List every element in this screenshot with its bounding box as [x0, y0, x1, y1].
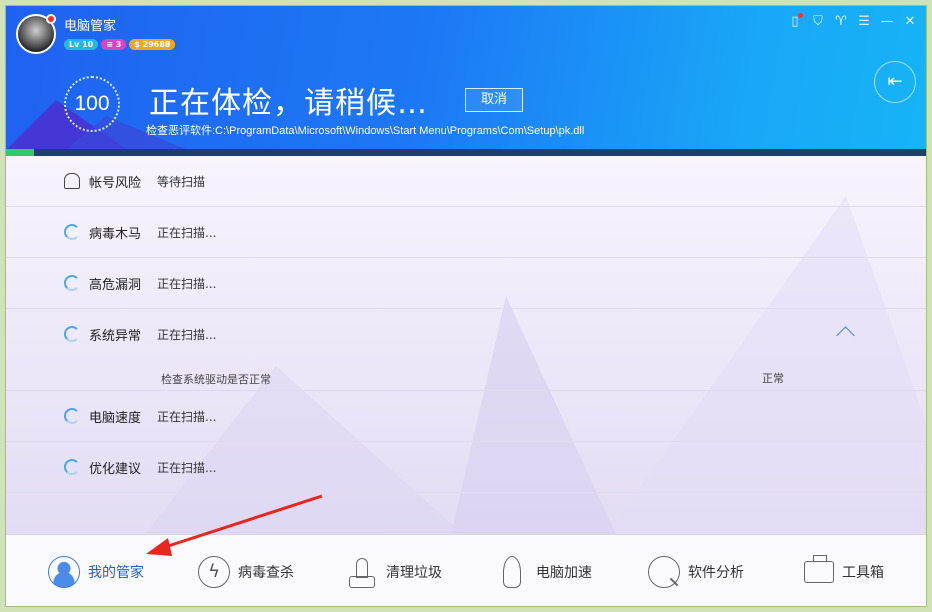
shield-icon[interactable]: ⛉	[810, 14, 826, 30]
shirt-icon[interactable]: ♈	[833, 14, 849, 30]
spinner-icon	[64, 408, 80, 424]
header: 电脑管家 Lv 10 ≡ 3 $ 29688 ▯ ⛉ ♈ ☰ — ✕ 100 正…	[6, 6, 926, 156]
spinner-icon	[64, 275, 80, 291]
level-badge[interactable]: Lv 10	[64, 39, 98, 50]
scan-row-system[interactable]: 系统异常 正在扫描...	[6, 309, 926, 360]
nav-toolbox[interactable]: 工具箱	[804, 552, 884, 592]
scan-item-label: 高危漏洞	[89, 274, 141, 293]
health-score: 100	[64, 76, 120, 132]
spinner-icon	[64, 326, 80, 342]
nav-label: 电脑加速	[536, 562, 592, 582]
progress-fill	[6, 149, 34, 156]
progress-bar	[6, 149, 926, 156]
scan-path: 检查恶评软件:C:\ProgramData\Microsoft\Windows\…	[146, 122, 584, 138]
menu-icon[interactable]: ☰	[856, 14, 872, 30]
vip-badge[interactable]: ≡ 3	[101, 39, 126, 50]
nav-label: 我的管家	[88, 562, 144, 582]
scan-row-account[interactable]: 帐号风险 等待扫描	[6, 156, 926, 207]
collapse-chevron-icon[interactable]	[834, 323, 858, 343]
spinner-icon	[64, 459, 80, 475]
scan-row-optimize[interactable]: 优化建议 正在扫描...	[6, 442, 926, 493]
close-icon[interactable]: ✕	[902, 14, 918, 30]
scan-item-state: 正在扫描...	[157, 275, 216, 292]
spinner-icon	[64, 224, 80, 240]
app-window: 电脑管家 Lv 10 ≡ 3 $ 29688 ▯ ⛉ ♈ ☰ — ✕ 100 正…	[6, 6, 926, 606]
coins-badge[interactable]: $ 29688	[129, 39, 175, 50]
scan-item-state: 正在扫描...	[157, 326, 216, 343]
scan-detail-row: 检查系统驱动是否正常 正常	[6, 359, 926, 391]
cancel-button[interactable]: 取消	[465, 88, 523, 112]
analysis-icon	[648, 556, 680, 588]
nav-my-manager[interactable]: 我的管家	[48, 552, 144, 592]
scan-item-state: 等待扫描	[157, 173, 205, 190]
nav-clean-junk[interactable]: 清理垃圾	[346, 552, 442, 592]
scan-item-state: 正在扫描...	[157, 459, 216, 476]
notification-dot	[46, 14, 56, 24]
user-icon	[48, 556, 80, 588]
nav-virus-scan[interactable]: 病毒查杀	[198, 552, 294, 592]
scan-row-speed[interactable]: 电脑速度 正在扫描...	[6, 391, 926, 442]
phone-icon[interactable]: ▯	[787, 14, 803, 30]
scan-list: 帐号风险 等待扫描 病毒木马 正在扫描... 高危漏洞 正在扫描... 系统异常…	[6, 156, 926, 534]
nav-label: 清理垃圾	[386, 562, 442, 582]
scan-item-label: 帐号风险	[89, 172, 141, 191]
minimize-icon[interactable]: —	[879, 14, 895, 30]
scan-item-state: 正在扫描...	[157, 408, 216, 425]
rocket-icon	[503, 556, 521, 588]
toolbox-icon	[804, 561, 834, 583]
bell-icon	[64, 173, 80, 189]
nav-label: 软件分析	[688, 562, 744, 582]
app-title: 电脑管家	[64, 15, 116, 34]
detail-label: 检查系统驱动是否正常	[161, 371, 271, 387]
detail-state: 正常	[762, 370, 784, 386]
status-title: 正在体检，请稍候…	[149, 78, 428, 122]
scan-item-label: 电脑速度	[89, 407, 141, 426]
scan-item-state: 正在扫描...	[157, 224, 216, 241]
badges: Lv 10 ≡ 3 $ 29688	[64, 39, 175, 50]
scan-row-vulnerability[interactable]: 高危漏洞 正在扫描...	[6, 258, 926, 309]
broom-icon	[346, 556, 378, 588]
scan-item-label: 系统异常	[89, 325, 141, 344]
scan-item-label: 优化建议	[89, 458, 141, 477]
virus-icon	[198, 556, 230, 588]
nav-label: 工具箱	[842, 562, 884, 582]
sidebar-toggle-icon[interactable]: ⇤	[874, 61, 916, 103]
scan-row-virus[interactable]: 病毒木马 正在扫描...	[6, 207, 926, 258]
nav-software-analysis[interactable]: 软件分析	[648, 552, 744, 592]
nav-label: 病毒查杀	[238, 562, 294, 582]
bottom-nav: 我的管家 病毒查杀 清理垃圾 电脑加速 软件分析 工具箱	[6, 534, 926, 606]
nav-speed-up[interactable]: 电脑加速	[496, 552, 592, 592]
scan-item-label: 病毒木马	[89, 223, 141, 242]
window-controls: ▯ ⛉ ♈ ☰ — ✕	[787, 14, 918, 30]
